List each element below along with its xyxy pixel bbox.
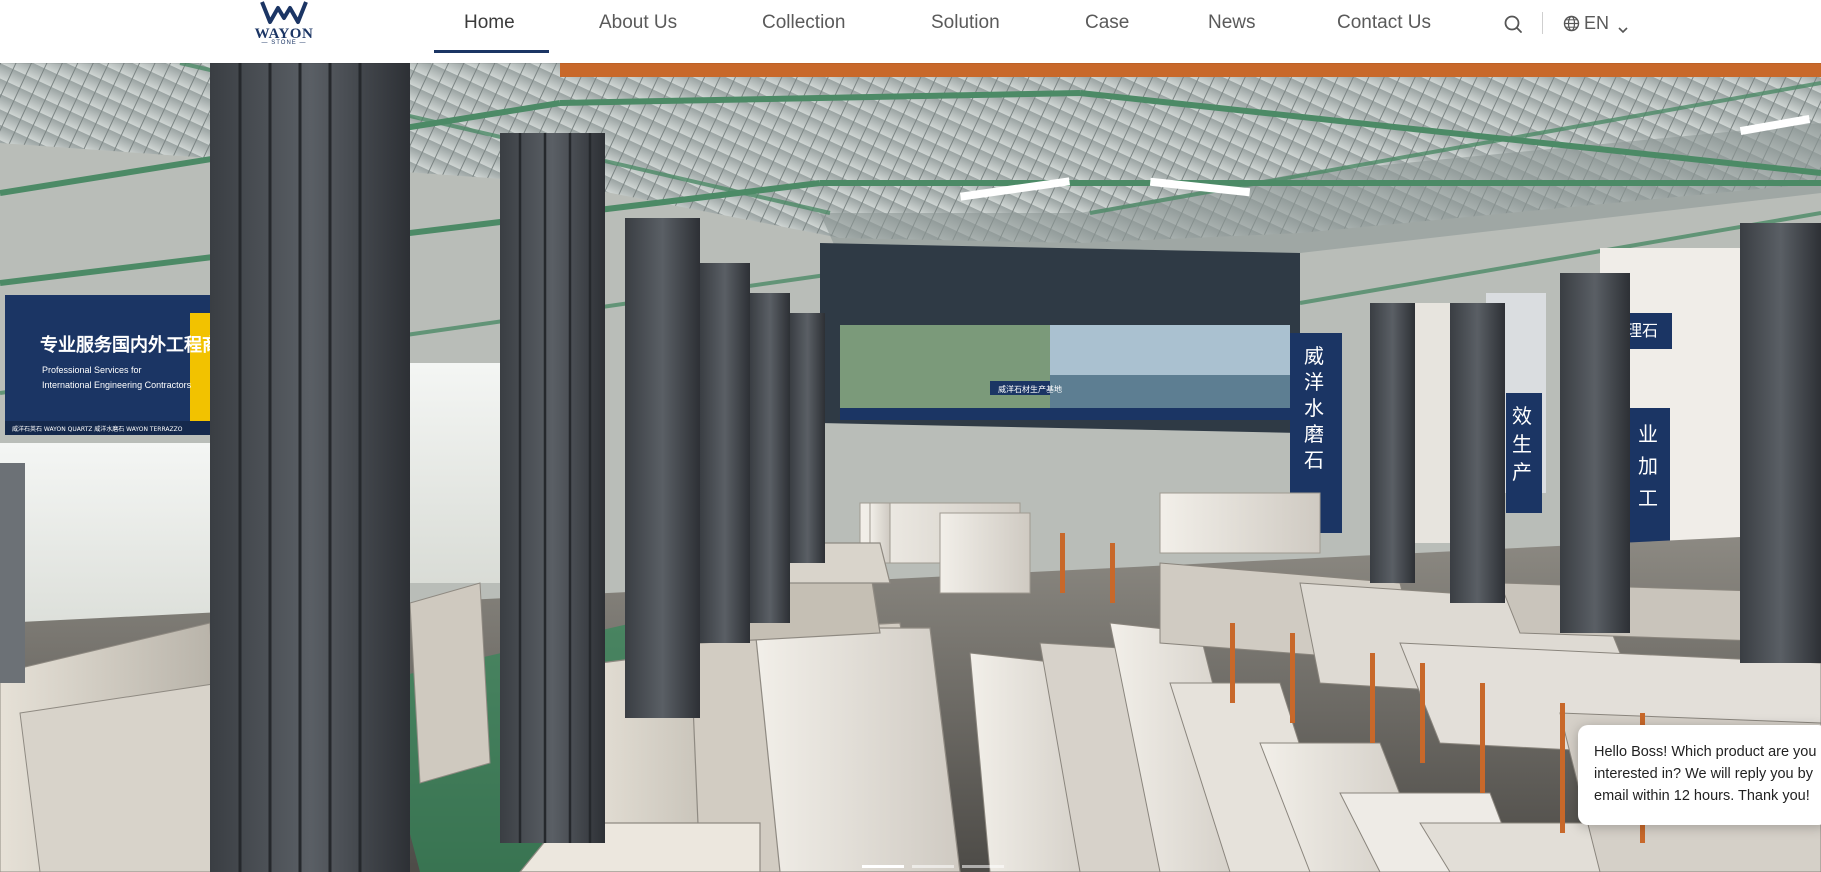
logo[interactable]: WAYON — STONE — <box>248 0 320 48</box>
slide-dot-2[interactable] <box>912 865 954 868</box>
header-divider <box>1542 12 1543 34</box>
nav-active-indicator <box>434 50 549 53</box>
right-banner-char-5: 石 <box>1304 448 1324 472</box>
right-banner-char-3: 水 <box>1304 396 1324 420</box>
back-banner-text: 威洋石材生产基地 <box>998 384 1062 394</box>
right-banner3-char-1: 业 <box>1638 422 1658 446</box>
language-label: EN <box>1584 13 1610 33</box>
chat-popup[interactable]: Hello Boss! Which product are you intere… <box>1578 725 1821 825</box>
logo-subtitle: — STONE — <box>261 40 307 46</box>
left-banner-line2: International Engineering Contractors <box>42 380 192 390</box>
slide-dot-1[interactable] <box>862 865 904 868</box>
hero-banner: 威洋石材生产基地 专业服务国内外工程商 Professional Service… <box>0 63 1821 872</box>
left-banner-title: 专业服务国内外工程商 <box>40 334 220 356</box>
right-banner-char-1: 威 <box>1304 344 1324 368</box>
slider-pagination <box>862 865 1012 868</box>
search-icon[interactable] <box>1503 13 1525 35</box>
slide-dot-3[interactable] <box>962 865 1004 868</box>
right-banner2-char-1: 效 <box>1512 404 1532 428</box>
logo-mark <box>260 1 308 24</box>
chat-message: Hello Boss! Which product are you intere… <box>1594 744 1817 804</box>
left-banner-footer: 威洋石英石 WAYON QUARTZ 威洋水磨石 WAYON TERRAZZO <box>12 425 183 433</box>
right-banner2-char-2: 生 <box>1512 432 1532 456</box>
right-banner3-char-3: 工 <box>1638 486 1658 510</box>
globe-icon <box>1563 15 1580 37</box>
nav-news[interactable]: News <box>1208 12 1256 42</box>
left-banner-line1: Professional Services for <box>42 365 142 375</box>
nav-collection[interactable]: Collection <box>762 12 845 42</box>
site-header: WAYON — STONE — Home About Us Collection… <box>0 0 1821 63</box>
right-banner3-char-2: 加 <box>1638 454 1658 478</box>
nav-about-us[interactable]: About Us <box>599 12 677 42</box>
right-banner-char-2: 洋 <box>1304 370 1324 394</box>
right-banner-char-4: 磨 <box>1304 422 1324 446</box>
nav-solution[interactable]: Solution <box>931 12 1000 42</box>
nav-case[interactable]: Case <box>1085 12 1129 42</box>
right-banner2-char-3: 产 <box>1512 460 1532 484</box>
nav-contact-us[interactable]: Contact Us <box>1337 12 1431 42</box>
chevron-down-icon <box>1618 18 1628 39</box>
hero-image: 威洋石材生产基地 专业服务国内外工程商 Professional Service… <box>0 63 1821 872</box>
nav-home[interactable]: Home <box>464 12 515 42</box>
